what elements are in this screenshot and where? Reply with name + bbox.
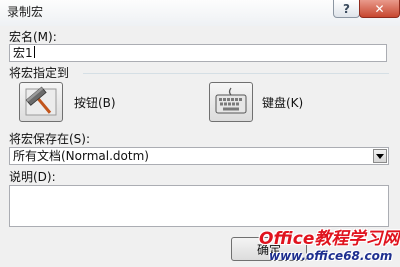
keyboard-icon (215, 87, 247, 114)
assign-macro-group-label: 将宏指定到 (9, 66, 70, 80)
group-divider (83, 73, 389, 74)
assign-button-label[interactable]: 按钮(B) (74, 96, 116, 110)
title-bar[interactable]: 录制宏 ? ✕ (0, 0, 400, 26)
help-icon: ? (343, 1, 350, 16)
close-button[interactable]: ✕ (359, 0, 400, 18)
store-macro-select[interactable]: 所有文档(Normal.dotm) (9, 147, 389, 165)
help-button[interactable]: ? (333, 0, 360, 18)
assign-keyboard-label[interactable]: 键盘(K) (262, 96, 303, 110)
window-title: 录制宏 (7, 5, 44, 19)
store-macro-label: 将宏保存在(S): (9, 132, 91, 146)
text-caret (33, 46, 35, 58)
dropdown-arrow-button[interactable] (373, 149, 387, 163)
assign-to-keyboard-button[interactable] (209, 82, 253, 122)
watermark-url: www.office68.com (269, 249, 393, 263)
macro-name-input[interactable]: 宏1 (9, 44, 387, 62)
store-macro-selected: 所有文档(Normal.dotm) (13, 149, 149, 163)
macro-name-value: 宏1 (13, 46, 33, 60)
macro-name-label: 宏名(M): (9, 30, 57, 44)
chevron-down-icon (376, 153, 384, 159)
watermark-brand: Office教程学习网 (259, 229, 400, 249)
close-icon: ✕ (374, 1, 385, 16)
description-textarea[interactable] (9, 185, 389, 227)
assign-to-button-button[interactable] (19, 82, 63, 122)
hammer-icon (25, 86, 57, 116)
record-macro-dialog: 录制宏 ? ✕ 宏名(M): 宏1 将宏指定到 按钮(B) 键盘(K) 将宏保存… (0, 0, 400, 267)
site-watermark: Office教程学习网 www.office68.com (255, 230, 400, 267)
description-label: 说明(D): (9, 170, 56, 184)
